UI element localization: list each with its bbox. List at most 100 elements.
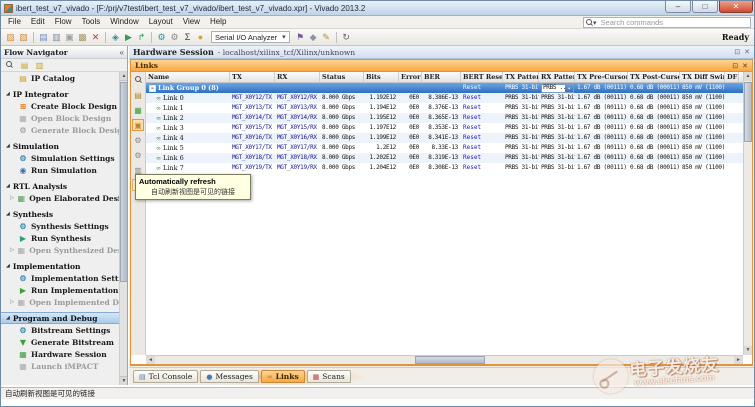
cell-bert_reset[interactable]: Reset — [461, 103, 503, 113]
open-hardware-icon[interactable]: ▤ — [37, 31, 50, 44]
save-icon[interactable]: ▥ — [50, 31, 63, 44]
sum-icon[interactable]: Σ — [181, 31, 194, 44]
column-header-status[interactable]: Status — [320, 72, 364, 82]
table-vertical-scrollbar[interactable]: ▲ ▼ — [743, 72, 752, 355]
expand-arrow-icon[interactable]: ▷ — [10, 247, 14, 253]
column-header-dfe[interactable]: DFE En — [725, 72, 739, 82]
expand-arrow-icon[interactable]: ▷ — [10, 299, 14, 305]
hscroll-thumb[interactable] — [415, 356, 485, 364]
pencil-icon[interactable]: ✎ — [320, 31, 333, 44]
sidebar-scrollbar[interactable]: ▲ ▼ — [119, 72, 127, 385]
column-header-rx[interactable]: RX — [275, 72, 320, 82]
menu-window[interactable]: Window — [105, 16, 143, 28]
menu-help[interactable]: Help — [205, 16, 231, 28]
delete-icon[interactable]: ✕ — [89, 31, 102, 44]
scroll-down-icon[interactable]: ▼ — [120, 376, 128, 385]
flow-doc-icon[interactable]: ▤ — [19, 60, 30, 71]
sidebar-item-run-implementation[interactable]: ▶Run Implementation — [1, 284, 119, 296]
link-row-3[interactable]: ∞Link 3MGT_X0Y15/TXMGT_X0Y15/RX8.000 Gbp… — [146, 123, 743, 133]
column-header-bert_reset[interactable]: BERT Reset — [461, 72, 503, 82]
refresh-help-icon[interactable]: ↻ — [340, 31, 353, 44]
sidebar-item-open-elaborated-design[interactable]: ▷▦Open Elaborated Design — [1, 192, 119, 204]
cell-bert_reset[interactable]: Reset — [461, 153, 503, 163]
link-properties-icon[interactable]: ▤ — [132, 89, 144, 101]
create-links-icon[interactable]: ▦ — [132, 104, 144, 116]
link-row-2[interactable]: ∞Link 2MGT_X0Y14/TXMGT_X0Y14/RX8.000 Gbp… — [146, 113, 743, 123]
link-settings-icon[interactable]: ⚙ — [132, 149, 144, 161]
menu-flow[interactable]: Flow — [50, 16, 77, 28]
vscroll-thumb[interactable] — [744, 82, 752, 142]
column-header-bits[interactable]: Bits — [364, 72, 399, 82]
rx-pattern-combo[interactable]: PRBS ...▾ — [541, 84, 574, 93]
analyzer-dropdown[interactable]: Serial I/O Analyzer ▾ — [211, 31, 290, 43]
unlink-icon[interactable]: ⚙ — [132, 134, 144, 146]
scroll-left-icon[interactable]: ◄ — [146, 356, 155, 364]
cell-bert_reset[interactable]: Reset — [461, 113, 503, 123]
cell-bert_reset[interactable]: Reset — [461, 133, 503, 143]
sidebar-item-generate-bitstream[interactable]: ▼Generate Bitstream — [1, 336, 119, 348]
link-row-7[interactable]: ∞Link 7MGT_X0Y19/TXMGT_X0Y19/RX8.000 Gbp… — [146, 163, 743, 173]
column-header-name[interactable]: Name — [146, 72, 230, 82]
sidebar-item-create-block-design[interactable]: ⊞Create Block Design — [1, 100, 119, 112]
search-commands-box[interactable]: ▾ Search commands — [583, 17, 751, 28]
tab-scans[interactable]: ▦Scans — [307, 370, 351, 383]
scroll-up-icon[interactable]: ▲ — [120, 72, 128, 81]
cell-bert_reset[interactable]: Reset — [461, 83, 503, 93]
column-header-tx_pre_cursor[interactable]: TX Pre-Cursor — [575, 72, 628, 82]
float-panel-icon[interactable]: ⊡ — [734, 48, 740, 56]
sidebar-item-ip-catalog[interactable]: ▤IP Catalog — [1, 72, 119, 84]
search-flow-icon[interactable] — [4, 60, 15, 71]
collapse-sidebar-icon[interactable]: « — [120, 48, 124, 57]
sidebar-section-simulation[interactable]: ◢Simulation — [1, 140, 119, 152]
menu-layout[interactable]: Layout — [144, 16, 178, 28]
sidebar-section-rtl-analysis[interactable]: ◢RTL Analysis — [1, 180, 119, 192]
paste-icon[interactable]: ▩ — [76, 31, 89, 44]
tab-links[interactable]: ∞Links — [261, 370, 305, 383]
cell-bert_reset[interactable]: Reset — [461, 93, 503, 103]
sidebar-item-bitstream-settings[interactable]: ⚙Bitstream Settings — [1, 324, 119, 336]
flag-icon[interactable]: ⚑ — [294, 31, 307, 44]
column-header-tx_pattern[interactable]: TX Pattern — [503, 72, 539, 82]
search-links-icon[interactable] — [132, 74, 144, 86]
tab-tcl-console[interactable]: ▤Tcl Console — [133, 370, 198, 383]
scroll-up-icon[interactable]: ▲ — [744, 72, 752, 81]
elaborate-icon[interactable]: ◈ — [109, 31, 122, 44]
table-horizontal-scrollbar[interactable]: ◄ ► — [146, 355, 743, 364]
column-header-rx_pattern[interactable]: RX Pattern — [539, 72, 575, 82]
link-row-1[interactable]: ∞Link 1MGT_X0Y13/TXMGT_X0Y13/RX8.000 Gbp… — [146, 103, 743, 113]
new-project-icon[interactable]: ▨ — [4, 31, 17, 44]
sidebar-item-hardware-session[interactable]: ▦Hardware Session — [1, 348, 119, 360]
program-device-icon[interactable]: ⚙ — [155, 31, 168, 44]
maximize-button[interactable]: □ — [692, 1, 718, 13]
link-row-4[interactable]: ∞Link 4MGT_X0Y16/TXMGT_X0Y16/RX8.000 Gbp… — [146, 133, 743, 143]
column-header-tx_post_cursor[interactable]: TX Post-Cursor — [628, 72, 680, 82]
sidebar-item-run-simulation[interactable]: ◉Run Simulation — [1, 164, 119, 176]
column-header-ber[interactable]: BER — [422, 72, 461, 82]
link-row-5[interactable]: ∞Link 5MGT_X0Y17/TXMGT_X0Y17/RX8.000 Gbp… — [146, 143, 743, 153]
float-links-icon[interactable]: ⊡ — [732, 62, 738, 70]
column-header-tx[interactable]: TX — [230, 72, 275, 82]
sidebar-item-run-synthesis[interactable]: ▶Run Synthesis — [1, 232, 119, 244]
cell-bert_reset[interactable]: Reset — [461, 163, 503, 173]
close-panel-icon[interactable]: ✕ — [744, 48, 750, 56]
layout-diamond-icon[interactable]: ◆ — [307, 31, 320, 44]
link-group-icon[interactable]: ▣ — [132, 119, 144, 131]
sidebar-item-implementation-settings[interactable]: ⚙Implementation Settings — [1, 272, 119, 284]
sidebar-item-synthesis-settings[interactable]: ⚙Synthesis Settings — [1, 220, 119, 232]
expand-arrow-icon[interactable]: ▷ — [10, 195, 14, 201]
menu-file[interactable]: File — [3, 16, 26, 28]
chevron-down-icon[interactable]: ▾ — [565, 85, 573, 92]
scroll-right-icon[interactable]: ► — [734, 356, 743, 364]
cell-rx_pattern[interactable]: PRBS ...▾ — [539, 83, 575, 93]
cell-bert_reset[interactable]: Reset — [461, 123, 503, 133]
collapse-group-icon[interactable]: – — [149, 85, 156, 92]
flow-doc2-icon[interactable]: ▥ — [34, 60, 45, 71]
copy-icon[interactable]: ▣ — [63, 31, 76, 44]
tab-messages[interactable]: ●Messages — [200, 370, 259, 383]
link-row-6[interactable]: ∞Link 6MGT_X0Y18/TXMGT_X0Y18/RX8.000 Gbp… — [146, 153, 743, 163]
minimize-button[interactable]: – — [665, 1, 691, 13]
sidebar-item-simulation-settings[interactable]: ⚙Simulation Settings — [1, 152, 119, 164]
column-header-tx_diff_swing[interactable]: TX Diff Swing — [680, 72, 725, 82]
run-icon[interactable]: ▶ — [122, 31, 135, 44]
sidebar-section-implementation[interactable]: ◢Implementation — [1, 260, 119, 272]
